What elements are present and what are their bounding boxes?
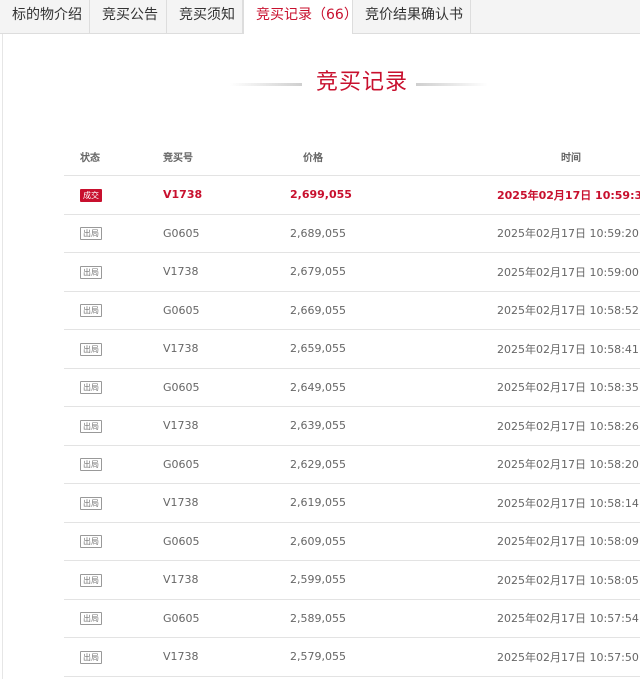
- status-badge: 出局: [80, 342, 102, 356]
- bid-no: G0605: [134, 522, 259, 561]
- price: 2,589,055: [259, 599, 411, 638]
- tab-bid-records[interactable]: 竞买记录（66）: [243, 0, 358, 35]
- bid-no: V1738: [134, 483, 259, 523]
- bid-time: 2025年02月17日 10:59:00: [411, 252, 640, 292]
- table-row: 出局 G0605 2,589,055 2025年02月17日 10:57:54: [64, 599, 640, 638]
- price: 2,649,055: [259, 368, 411, 407]
- price: 2,699,055: [259, 175, 411, 215]
- status-badge: 出局: [80, 496, 102, 510]
- status-badge: 出局: [80, 535, 102, 548]
- table-row: 出局 G0605 2,689,055 2025年02月17日 10:59:20: [64, 214, 640, 253]
- tab-result-confirmation[interactable]: 竞价结果确认书: [353, 0, 471, 34]
- bid-no: V1738: [134, 329, 259, 369]
- table-header-row: 状态 竞买号 价格 时间: [64, 137, 640, 176]
- table-row: 成交 V1738 2,699,055 2025年02月17日 10:59:31: [64, 175, 640, 215]
- bid-time: 2025年02月17日 10:59:20: [411, 214, 640, 253]
- bid-no: V1738: [134, 252, 259, 292]
- bid-time: 2025年02月17日 10:59:31: [411, 175, 640, 215]
- bid-time: 2025年02月17日 10:57:50: [411, 637, 640, 677]
- heading-divider-right: [416, 83, 488, 86]
- bid-no: V1738: [134, 406, 259, 446]
- price: 2,639,055: [259, 406, 411, 446]
- status-badge: 出局: [80, 381, 102, 394]
- bid-no: V1738: [134, 560, 259, 600]
- bid-no: V1738: [134, 175, 259, 215]
- price: 2,669,055: [259, 291, 411, 330]
- status-badge: 成交: [80, 188, 102, 202]
- header-bid-no: 竞买号: [134, 137, 259, 176]
- bid-time: 2025年02月17日 10:58:09: [411, 522, 640, 561]
- status-badge: 出局: [80, 227, 102, 240]
- status-badge: 出局: [80, 419, 102, 433]
- price: 2,609,055: [259, 522, 411, 561]
- price: 2,619,055: [259, 483, 411, 523]
- bid-time: 2025年02月17日 10:58:41: [411, 329, 640, 369]
- status-badge: 出局: [80, 458, 102, 471]
- table-row: 出局 G0605 2,669,055 2025年02月17日 10:58:52: [64, 291, 640, 330]
- header-status: 状态: [64, 137, 134, 176]
- status-badge: 出局: [80, 265, 102, 279]
- tab-announcement[interactable]: 竞买公告: [90, 0, 167, 34]
- status-badge: 出局: [80, 650, 102, 664]
- table-row: 出局 V1738 2,679,055 2025年02月17日 10:59:00: [64, 252, 640, 292]
- bid-no: G0605: [134, 214, 259, 253]
- price: 2,659,055: [259, 329, 411, 369]
- bid-time: 2025年02月17日 10:58:05: [411, 560, 640, 600]
- table-row: 出局 V1738 2,599,055 2025年02月17日 10:58:05: [64, 560, 640, 600]
- status-badge: 出局: [80, 304, 102, 317]
- bid-no: G0605: [134, 599, 259, 638]
- price: 2,689,055: [259, 214, 411, 253]
- status-badge: 出局: [80, 612, 102, 625]
- bid-time: 2025年02月17日 10:58:20: [411, 445, 640, 484]
- bid-time: 2025年02月17日 10:58:35: [411, 368, 640, 407]
- bid-no: G0605: [134, 445, 259, 484]
- table-row: 出局 G0605 2,649,055 2025年02月17日 10:58:35: [64, 368, 640, 407]
- table-row: 出局 G0605 2,609,055 2025年02月17日 10:58:09: [64, 522, 640, 561]
- section-title: 竞买记录: [315, 70, 408, 95]
- table-row: 出局 V1738 2,639,055 2025年02月17日 10:58:26: [64, 406, 640, 446]
- bid-time: 2025年02月17日 10:57:54: [411, 599, 640, 638]
- heading-divider-left: [230, 83, 302, 86]
- price: 2,679,055: [259, 252, 411, 292]
- price: 2,599,055: [259, 560, 411, 600]
- bid-no: G0605: [134, 291, 259, 330]
- bid-records-table: 状态 竞买号 价格 时间 成交 V1738 2,699,055 2025年02月…: [64, 137, 640, 677]
- bid-time: 2025年02月17日 10:58:52: [411, 291, 640, 330]
- table-row: 出局 G0605 2,629,055 2025年02月17日 10:58:20: [64, 445, 640, 484]
- table-row: 出局 V1738 2,579,055 2025年02月17日 10:57:50: [64, 637, 640, 677]
- tab-item-intro[interactable]: 标的物介绍: [0, 0, 90, 34]
- tab-notice[interactable]: 竞买须知: [167, 0, 243, 34]
- header-price: 价格: [259, 137, 411, 176]
- status-badge: 出局: [80, 573, 102, 587]
- bid-time: 2025年02月17日 10:58:14: [411, 483, 640, 523]
- table-row: 出局 V1738 2,659,055 2025年02月17日 10:58:41: [64, 329, 640, 369]
- table-row: 出局 V1738 2,619,055 2025年02月17日 10:58:14: [64, 483, 640, 523]
- price: 2,579,055: [259, 637, 411, 677]
- bid-time: 2025年02月17日 10:58:26: [411, 406, 640, 446]
- price: 2,629,055: [259, 445, 411, 484]
- tab-bar: 标的物介绍 竞买公告 竞买须知 竞买记录（66） 竞价结果确认书: [0, 0, 640, 35]
- bid-no: V1738: [134, 637, 259, 677]
- header-time: 时间: [411, 137, 640, 176]
- section-heading: 竞买记录: [230, 66, 490, 102]
- bid-no: G0605: [134, 368, 259, 407]
